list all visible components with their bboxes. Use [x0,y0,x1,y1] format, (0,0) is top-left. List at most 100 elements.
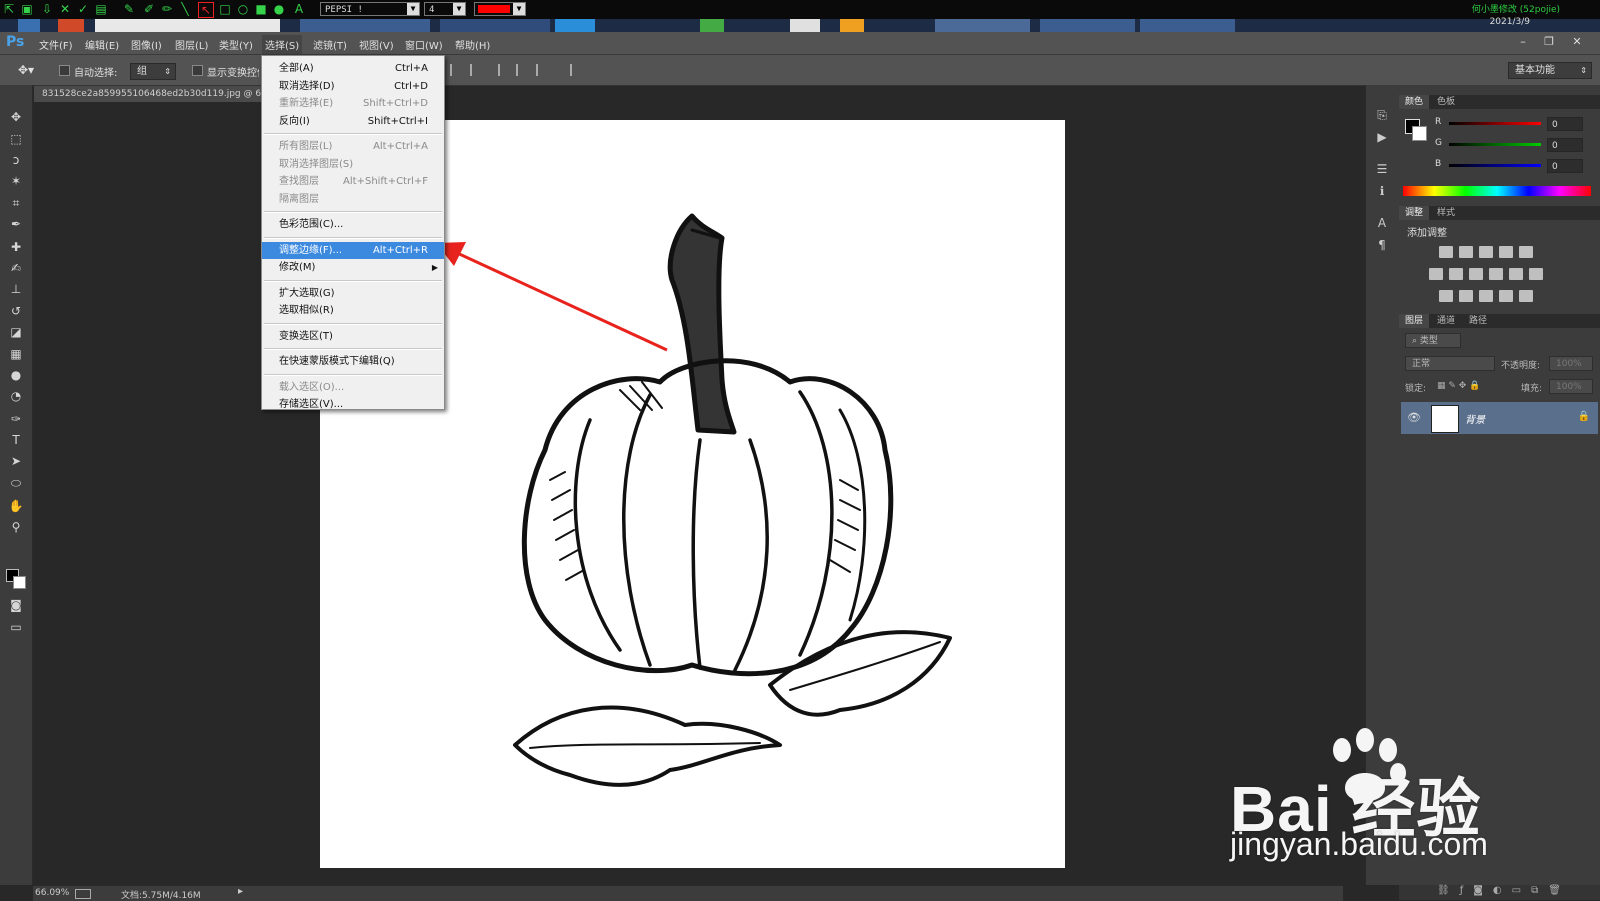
taskbar-item[interactable] [790,19,820,32]
move-tool-icon[interactable]: ✥▾ [18,63,34,77]
disk-icon[interactable]: ▤ [94,2,108,16]
tab-styles[interactable]: 样式 [1431,206,1461,220]
menu-item[interactable]: 变换选区(T) [262,328,444,345]
pen-tool-icon[interactable]: ✑ [8,411,24,427]
background-color-swatch[interactable] [13,576,26,589]
menu-item[interactable]: 选取相似(R) [262,302,444,319]
align-top-icon[interactable] [450,64,462,76]
menu-item[interactable]: 色彩范围(C)... [262,216,444,233]
exposure-icon[interactable] [1499,246,1513,258]
color-spectrum-ramp[interactable] [1403,186,1591,196]
properties-icon[interactable]: ☰ [1374,161,1390,177]
actions-play-icon[interactable]: ▶ [1374,129,1390,145]
fill-field[interactable]: 100% [1549,379,1593,394]
menu-item[interactable]: 存储选区(V)... [262,396,444,413]
channel-value-field[interactable]: 0 [1547,159,1583,173]
ellipse-tool-icon[interactable]: ⬭ [8,475,24,491]
lasso-tool-icon[interactable]: ↄ [8,152,24,168]
menu-window[interactable]: 窗口(W) [402,37,446,52]
vibrance-icon[interactable] [1519,246,1533,258]
taskbar-item[interactable] [300,19,430,32]
workspace-switcher[interactable]: 基本功能 ⇕ [1508,62,1592,79]
close-icon[interactable]: ✕ [1568,35,1586,49]
dodge-tool-icon[interactable]: ◔ [8,388,24,404]
info-icon[interactable]: ℹ [1374,183,1390,199]
document-tab[interactable]: 831528ce2a859955106468ed2b30d119.jpg @ 6… [34,86,264,102]
align-middle-icon[interactable] [470,64,482,76]
zoom-level[interactable]: 66.09% [35,888,69,898]
channel-slider[interactable] [1449,122,1541,125]
tab-color[interactable]: 颜色 [1399,95,1430,109]
taskbar-item[interactable] [1040,19,1135,32]
highlighter-icon[interactable]: ✏ [160,2,174,16]
layer-filter-dropdown[interactable]: ⌕ 类型 [1405,333,1461,348]
screen-mode-icon[interactable]: ▭ [8,619,24,635]
menu-view[interactable]: 视图(V) [356,37,397,52]
save-icon[interactable]: ▣ [20,2,34,16]
healing-brush-tool-icon[interactable]: ✚ [8,239,24,255]
tab-adjustments[interactable]: 调整 [1399,206,1430,220]
filled-rectangle-icon[interactable]: ■ [254,2,268,16]
hand-tool-icon[interactable]: ✋ [8,498,24,514]
filled-ellipse-icon[interactable]: ● [272,2,286,16]
menu-type[interactable]: 类型(Y) [216,37,256,52]
show-transform-checkbox[interactable] [192,65,203,76]
eyedropper-tool-icon[interactable]: ✒ [8,216,24,232]
taskbar-item[interactable] [840,19,864,32]
quick-mask-icon[interactable]: ◙ [8,597,24,613]
paragraph-icon[interactable]: ¶ [1374,237,1390,253]
threshold-icon[interactable] [1479,290,1493,302]
channel-value-field[interactable]: 0 [1547,117,1583,131]
align-right-icon[interactable] [536,64,548,76]
color-lookup-icon[interactable] [1529,268,1543,280]
align-center-icon[interactable] [516,64,528,76]
color-select[interactable]: ▼ [474,2,526,16]
history-brush-tool-icon[interactable]: ↺ [8,303,24,319]
black-white-icon[interactable] [1469,268,1483,280]
crop-tool-icon[interactable]: ⌗ [8,195,24,211]
levels-icon[interactable] [1459,246,1473,258]
close-icon[interactable]: ✕ [58,2,72,16]
taskbar-item[interactable] [555,19,595,32]
marker-icon[interactable]: ✐ [142,2,156,16]
posterize-icon[interactable] [1459,290,1473,302]
taskbar-item[interactable] [1140,19,1235,32]
menu-select[interactable]: 选择(S) [262,35,303,54]
menu-layer[interactable]: 图层(L) [172,37,211,52]
curves-icon[interactable] [1479,246,1493,258]
path-selection-tool-icon[interactable]: ➤ [8,453,24,469]
menu-item[interactable]: 在快速蒙版模式下编辑(Q) [262,353,444,370]
taskbar-item[interactable] [440,19,550,32]
menu-item[interactable]: 调整边缘(F)... Alt+Ctrl+R [262,241,444,259]
channel-value-field[interactable]: 0 [1547,138,1583,152]
ellipse-icon[interactable]: ○ [236,2,250,16]
marquee-tool-icon[interactable]: ⬚ [8,131,24,147]
taskbar-item[interactable] [95,19,280,32]
select-icon[interactable]: ⇱ [2,2,16,16]
pencil-icon[interactable]: ✎ [122,2,136,16]
lock-icons[interactable]: ▦ ✎ ✥ 🔒 [1437,381,1480,391]
opacity-field[interactable]: 100% [1549,356,1593,371]
brush-tool-icon[interactable]: ✍ [8,260,24,276]
menu-item[interactable]: 扩大选取(G) [262,285,444,302]
background-color-swatch[interactable] [1412,126,1427,141]
menu-filter[interactable]: 滤镜(T) [310,37,350,52]
gradient-map-icon[interactable] [1519,290,1533,302]
arrow-tool-icon[interactable]: ↖ [198,2,214,18]
size-select[interactable]: 4 ▼ [424,2,466,16]
align-left-icon[interactable] [498,64,510,76]
download-icon[interactable]: ⇩ [40,2,54,16]
move-tool-icon[interactable]: ✥ [8,109,24,125]
rectangle-icon[interactable]: □ [218,2,232,16]
menu-item[interactable]: 全部(A) Ctrl+A [262,60,444,77]
eye-visibility-icon[interactable]: 👁 [1407,411,1421,424]
magic-wand-tool-icon[interactable]: ✶ [8,173,24,189]
selective-color-icon[interactable] [1499,290,1513,302]
menu-edit[interactable]: 编辑(E) [82,37,122,52]
tab-swatches[interactable]: 色板 [1431,95,1461,109]
brightness-icon[interactable] [1439,246,1453,258]
font-select[interactable]: PEPSI ! ▼ [320,2,420,16]
restore-icon[interactable]: ❐ [1540,35,1558,49]
tab-channels[interactable]: 通道 [1431,314,1461,328]
gradient-tool-icon[interactable]: ▦ [8,346,24,362]
